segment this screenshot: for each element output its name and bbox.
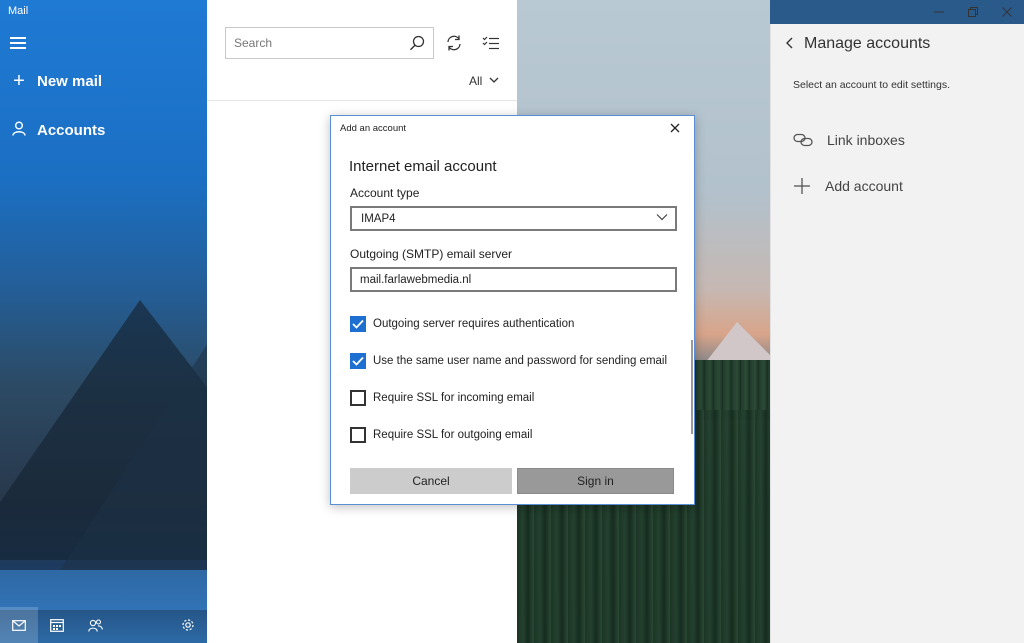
calendar-icon (50, 618, 64, 632)
same-credentials-checkbox[interactable] (350, 353, 366, 369)
pane-title: Manage accounts (804, 35, 931, 52)
filter-label: All (469, 74, 483, 88)
auth-required-checkbox-row[interactable]: Outgoing server requires authentication (350, 315, 574, 333)
selection-mode-icon[interactable] (481, 33, 501, 53)
account-type-label: Account type (350, 186, 420, 200)
checkmark-icon (352, 356, 364, 366)
app-title: Mail (8, 5, 29, 17)
calendar-switch-button[interactable] (38, 607, 76, 643)
checkbox-label: Require SSL for outgoing email (373, 429, 533, 441)
ssl-incoming-checkbox[interactable] (350, 390, 366, 406)
close-window-button[interactable] (990, 0, 1024, 24)
chevron-down-icon (656, 214, 668, 221)
same-credentials-checkbox-row[interactable]: Use the same user name and password for … (350, 352, 667, 370)
checkbox-label: Require SSL for incoming email (373, 392, 535, 404)
dialog-caption: Add an account (340, 123, 407, 134)
hamburger-menu-icon[interactable] (10, 37, 26, 49)
restore-icon (968, 7, 978, 17)
ssl-outgoing-checkbox-row[interactable]: Require SSL for outgoing email (350, 426, 532, 444)
sync-icon[interactable] (444, 33, 464, 53)
checkbox-label: Outgoing server requires authentication (373, 318, 575, 330)
link-inboxes-label: Link inboxes (827, 132, 905, 148)
dialog-scrollbar[interactable] (691, 340, 693, 434)
pane-subtitle: Select an account to edit settings. (793, 79, 951, 91)
mail-icon (12, 619, 26, 631)
minimize-button[interactable] (922, 0, 956, 24)
mail-switch-button[interactable] (0, 607, 38, 643)
accounts-label: Accounts (37, 121, 106, 139)
bottom-app-bar (0, 607, 207, 643)
add-account-button[interactable]: Add account (793, 172, 903, 200)
background-lake (0, 570, 207, 610)
restore-button[interactable] (956, 0, 990, 24)
cancel-button[interactable]: Cancel (350, 468, 512, 494)
accounts-button[interactable]: Accounts (0, 113, 207, 147)
navigation-pane: Mail + New mail Accounts (0, 0, 207, 643)
add-account-dialog: Add an account Internet email account Ac… (330, 115, 695, 505)
settings-icon (182, 619, 194, 631)
new-mail-label: New mail (37, 72, 103, 90)
checkmark-icon (352, 319, 364, 329)
close-icon[interactable] (668, 121, 682, 135)
close-icon (1002, 7, 1012, 17)
auth-required-checkbox[interactable] (350, 316, 366, 332)
dialog-heading: Internet email account (349, 158, 497, 175)
ssl-outgoing-checkbox[interactable] (350, 427, 366, 443)
smtp-server-field (350, 267, 677, 292)
filter-dropdown[interactable]: All (469, 74, 499, 88)
window-controls (922, 0, 1024, 24)
checkbox-label: Use the same user name and password for … (373, 355, 668, 367)
smtp-server-label: Outgoing (SMTP) email server (350, 247, 513, 261)
divider (207, 100, 517, 101)
account-type-value: IMAP4 (361, 212, 396, 225)
ssl-incoming-checkbox-row[interactable]: Require SSL for incoming email (350, 389, 534, 407)
add-account-label: Add account (825, 178, 903, 194)
people-switch-button[interactable] (76, 607, 114, 643)
smtp-server-input[interactable] (352, 269, 672, 290)
plus-icon (794, 178, 810, 194)
settings-button[interactable] (169, 607, 207, 643)
chevron-down-icon (489, 77, 499, 83)
new-mail-button[interactable]: + New mail (0, 64, 207, 98)
back-chevron-icon[interactable] (783, 36, 797, 50)
manage-accounts-pane: Manage accounts Select an account to edi… (770, 24, 1024, 643)
link-inboxes-button[interactable]: Link inboxes (793, 126, 905, 154)
link-icon (793, 133, 813, 147)
search-icon[interactable] (409, 35, 425, 51)
account-type-select[interactable]: IMAP4 (350, 206, 677, 231)
search-box (225, 27, 434, 59)
people-icon (87, 618, 103, 632)
sign-in-button[interactable]: Sign in (517, 468, 674, 494)
plus-icon: + (13, 70, 25, 92)
search-input[interactable] (226, 28, 396, 58)
minimize-icon (934, 11, 944, 13)
background-mountain (60, 340, 207, 570)
person-icon (10, 121, 28, 139)
